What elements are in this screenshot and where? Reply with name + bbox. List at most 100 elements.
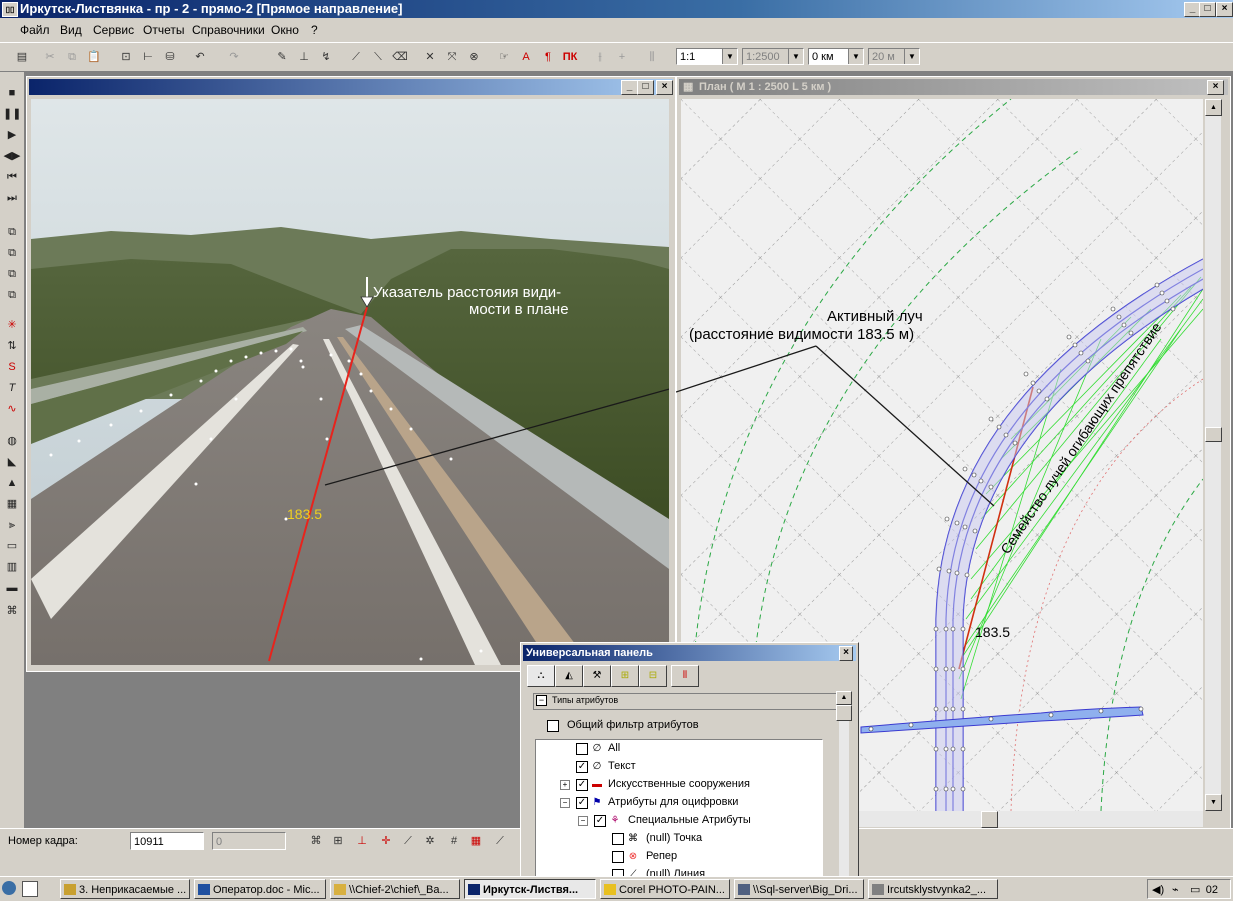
axis-red-icon[interactable]: ⊥ [352,831,372,851]
menu-reports[interactable]: Отчеты [143,23,184,37]
collapse-icon[interactable]: − [560,798,570,808]
scroll-thumb[interactable] [1205,427,1222,442]
diag-icon[interactable]: ⟋ [398,831,418,851]
task-button[interactable]: 3. Неприкасаемые ... [60,879,190,899]
undo-icon[interactable]: ↶ [190,47,210,67]
panel-tab-attributes[interactable]: ⛬ [527,665,555,687]
node3-icon[interactable]: ⊗ [464,47,484,67]
tree-checkbox[interactable]: ✓ [576,761,588,773]
road-icon[interactable]: ▬ [3,579,21,597]
maximize-button[interactable]: □ [1199,2,1216,17]
hash-icon[interactable]: # [444,831,464,851]
frame-offset-input[interactable]: 0 [212,832,286,850]
menu-view[interactable]: Вид [60,23,82,37]
menu-service[interactable]: Сервис [93,23,134,37]
scroll-down-icon[interactable]: ▼ [1205,794,1222,811]
pk-icon[interactable]: ПК [560,47,580,67]
hand-icon[interactable]: ☞ [494,47,514,67]
task-button[interactable]: Corel PHOTO-PAIN... [600,879,730,899]
panel-tab-objects[interactable]: ⚒ [583,665,611,687]
start-icon[interactable] [2,881,16,895]
plan-vertical-scrollbar[interactable]: ▲ ▼ [1205,99,1222,811]
draw-point-icon[interactable]: ✎ [272,47,292,67]
point-icon[interactable]: ⌘ [3,602,21,620]
chevron-down-icon[interactable]: ▼ [722,49,737,64]
tree-row[interactable]: − ✓ ⚑ Атрибуты для оцифровки [536,794,822,811]
tree-checkbox[interactable]: ✓ [576,797,588,809]
video-minimize-button[interactable]: _ [621,80,638,95]
panel-tab-grid[interactable]: ⊞ [611,665,639,687]
offset-select[interactable]: 0 км ▼ [808,48,864,65]
video-close-button[interactable]: × [656,80,673,95]
points-icon[interactable]: ✲ [420,831,440,851]
plan-close-button[interactable]: × [1207,80,1224,95]
expand-icon[interactable]: + [560,780,570,790]
chevron-down-icon[interactable]: ▼ [848,49,863,64]
close-button[interactable]: × [1216,2,1233,17]
speaker-icon[interactable]: ◀) [1152,880,1164,900]
task-button[interactable]: \\Sql-server\Big_Dri... [734,879,864,899]
panel-close-button[interactable]: × [839,646,853,661]
monitor-icon[interactable]: ▭ [1190,880,1200,900]
tool-icon[interactable]: ⊡ [116,47,136,67]
last-frame-icon[interactable]: ⏭ [3,189,21,207]
tree-checkbox[interactable]: ✓ [594,815,606,827]
tree-checkbox[interactable] [612,833,624,845]
chart-icon[interactable]: ▥ [3,558,21,576]
tree-row[interactable]: ✓ ∅ Текст [536,758,822,775]
text-icon[interactable]: T [3,379,21,397]
draw-line-icon[interactable]: ⊥ [294,47,314,67]
redo-icon[interactable]: ↷ [224,47,244,67]
chevron-down-icon[interactable]: ▼ [788,49,803,64]
task-button-active[interactable]: Иркутск-Листвя... [464,879,596,899]
panel-tab-tools[interactable]: ⫴ [671,665,699,687]
scale2-select[interactable]: 1:2500 ▼ [742,48,804,65]
bridge-icon[interactable]: ▭ [3,537,21,555]
menu-help[interactable]: ? [311,23,318,37]
scroll-up-icon[interactable]: ▲ [836,691,852,705]
task-button[interactable]: Оператор.doc - Mic... [194,879,326,899]
attribute-tree[interactable]: ∅ All ✓ ∅ Текст + ✓ ▬ Искусственные соор… [535,739,823,879]
database-icon[interactable]: ⛁ [160,47,180,67]
play-icon[interactable]: ▶ [3,126,21,144]
tree-row[interactable]: ⊗ Репер [536,848,822,865]
properties-icon[interactable]: ▤ [12,47,32,67]
panel-tab-layers[interactable]: ◭ [555,665,583,687]
task-button[interactable]: Ircutsklystvynka2_... [868,879,998,899]
tree-row[interactable]: + ✓ ▬ Искусственные сооружения [536,776,822,793]
tree-row[interactable]: ⌘ (null) Точка [536,830,822,847]
filter-checkbox[interactable] [547,720,559,732]
network-icon[interactable]: ⌁ [1172,880,1179,900]
group-header[interactable]: − Типы атрибутов [533,693,837,710]
panel-tab-map[interactable]: ⊟ [639,665,667,687]
stop-icon[interactable]: ■ [3,84,21,102]
cursor-icon[interactable]: ▲ [3,474,21,492]
app-icon[interactable]: ▯▯ [2,2,18,17]
pause-icon[interactable]: ❚❚ [3,105,21,123]
copy-icon[interactable]: ⧉ [62,47,82,67]
split-icon[interactable]: ⫲ [590,47,610,67]
measure-icon[interactable]: ⊢ [138,47,158,67]
paragraph-icon[interactable]: ¶ [538,47,558,67]
scale-select[interactable]: 1:1 ▼ [676,48,738,65]
menu-references[interactable]: Справочники [192,23,265,37]
hscroll-thumb[interactable] [981,811,998,828]
profile-icon[interactable]: ◣ [3,453,21,471]
step-icon[interactable]: ◀▶ [3,147,21,165]
first-frame-icon[interactable]: ⏮ [3,168,21,186]
layer3-icon[interactable]: ⧉ [3,265,21,283]
text-style-icon[interactable]: A [516,47,536,67]
cut-icon[interactable]: ✂ [40,47,60,67]
tower-icon[interactable]: ⫸ [3,516,21,534]
tree-checkbox[interactable] [612,851,624,863]
tree-checkbox[interactable]: ✓ [576,779,588,791]
cross-red-icon[interactable]: ✛ [376,831,396,851]
curve-icon[interactable]: ∿ [3,400,21,418]
s2-icon[interactable]: S [3,358,21,376]
grid-icon[interactable]: ⫼ [642,47,662,67]
slash-icon[interactable]: ⟋ [490,831,510,851]
step-select[interactable]: 20 м ▼ [868,48,920,65]
align-icon[interactable]: ⊞ [328,831,348,851]
globe-icon[interactable]: ◍ [3,432,21,450]
layer2-icon[interactable]: ⧉ [3,244,21,262]
